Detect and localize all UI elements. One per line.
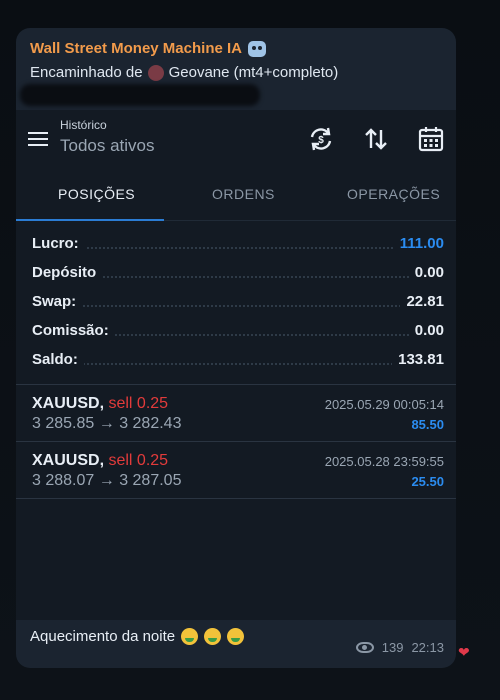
trade-direction: sell 0.25 [108,452,169,469]
tab-operations[interactable]: OPERAÇÕES [347,186,440,202]
tab-orders[interactable]: ORDENS [212,186,275,202]
currency-exchange-icon[interactable]: $ [306,124,336,154]
leader-dots [32,363,440,365]
screenshot-image[interactable]: Histórico Todos ativos $ POSIÇÕES ORDENS… [16,110,456,620]
sort-icon[interactable] [361,124,391,154]
redacted-area [20,84,260,106]
tab-positions[interactable]: POSIÇÕES [58,186,135,202]
account-summary: Lucro: 111.00 Depósito 0.00 Swap: 22.81 … [16,221,456,374]
message-bubble[interactable]: Wall Street Money Machine IA Encaminhado… [16,28,456,668]
channel-title[interactable]: Wall Street Money Machine IA [30,40,266,57]
summary-value: 111.00 [393,235,444,252]
calendar-icon[interactable] [416,124,446,154]
money-mouth-face-icon [227,628,245,645]
trade-prices: 3 288.07 → 3 287.05 [32,472,181,490]
forwarded-source[interactable]: Geovane (mt4+completo) [169,64,339,81]
summary-row-profit: Lucro: 111.00 [16,229,456,258]
summary-label: Saldo: [32,351,84,368]
forward-avatar [147,64,164,81]
summary-row-swap: Swap: 22.81 [16,287,456,316]
trade-datetime: 2025.05.28 23:59:55 [324,454,444,469]
trade-row[interactable]: XAUUSD, sell 0.25 3 285.85 → 3 282.43 20… [16,384,456,441]
leader-dots [32,305,440,307]
message-time: 22:13 [411,640,444,655]
summary-label: Lucro: [32,235,85,252]
header-small-label: Histórico [60,118,107,132]
leader-dots [32,247,440,249]
summary-label: Comissão: [32,322,115,339]
summary-value: 22.81 [400,293,444,310]
money-mouth-face-icon [181,628,199,645]
summary-label: Swap: [32,293,83,310]
symbol-text: XAUUSD, [32,452,105,469]
trade-profit: 25.50 [411,474,444,489]
app-toolbar: Histórico Todos ativos $ [16,110,456,170]
forwarded-label: Encaminhado de [30,64,143,81]
summary-value: 0.00 [408,264,444,281]
trade-prices: 3 285.85 → 3 282.43 [32,415,181,433]
heart-icon[interactable]: ❤ [458,644,470,661]
eye-icon [355,642,374,653]
open-price: 3 288.07 [32,472,95,489]
symbol-text: XAUUSD, [32,395,105,412]
summary-row-commission: Comissão: 0.00 [16,316,456,345]
trade-symbol: XAUUSD, sell 0.25 [32,452,168,470]
forwarded-from[interactable]: Encaminhado de Geovane (mt4+completo) [30,64,338,81]
arrow-right-icon: → [98,472,115,489]
message-caption: Aquecimento da noite [30,628,245,645]
robot-icon [248,40,266,57]
trade-profit: 85.50 [411,417,444,432]
trade-direction: sell 0.25 [108,395,169,412]
trade-symbol: XAUUSD, sell 0.25 [32,395,168,413]
view-count: 139 [381,640,404,655]
summary-value: 133.81 [392,351,444,368]
trade-row[interactable]: XAUUSD, sell 0.25 3 288.07 → 3 287.05 20… [16,441,456,499]
summary-row-balance: Saldo: 133.81 [16,345,456,374]
header-title[interactable]: Todos ativos [60,136,155,156]
summary-label: Depósito [32,264,103,281]
caption-text: Aquecimento da noite [30,628,176,645]
menu-icon[interactable] [28,132,48,146]
close-price: 3 287.05 [119,472,182,489]
message-meta: 139 22:13 [355,640,444,655]
summary-value: 0.00 [408,322,444,339]
arrow-right-icon: → [98,415,115,432]
trade-datetime: 2025.05.29 00:05:14 [324,397,444,412]
open-price: 3 285.85 [32,415,95,432]
close-price: 3 282.43 [119,415,182,432]
summary-row-deposit: Depósito 0.00 [16,258,456,287]
channel-title-text[interactable]: Wall Street Money Machine IA [30,40,242,57]
svg-text:$: $ [318,135,324,146]
money-mouth-face-icon [204,628,222,645]
tab-bar: POSIÇÕES ORDENS OPERAÇÕES [16,170,456,221]
